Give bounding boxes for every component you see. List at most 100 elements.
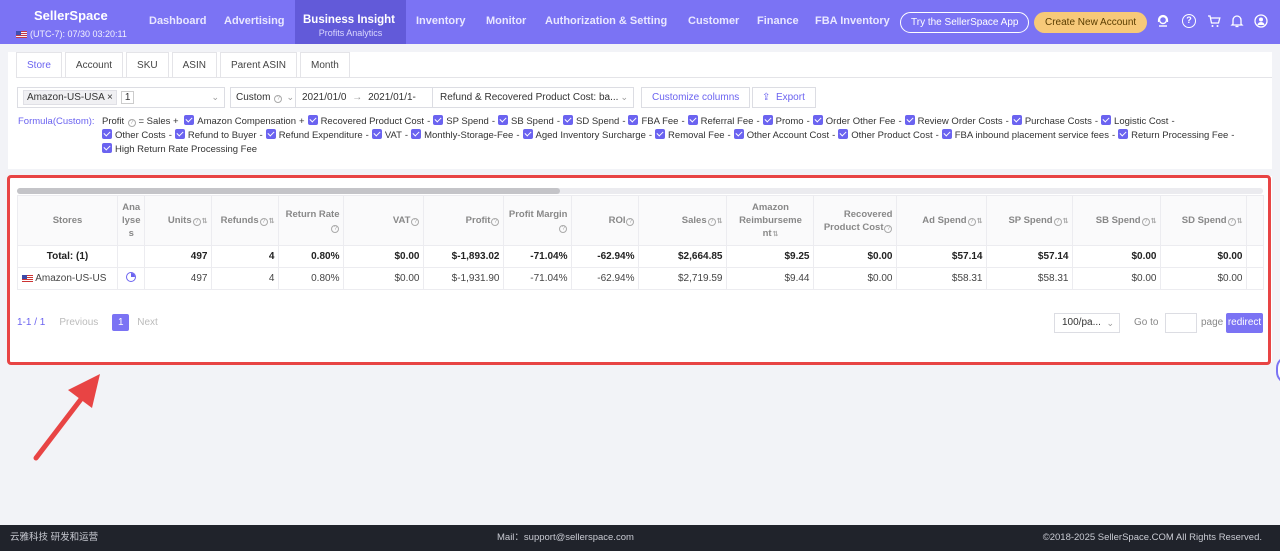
tab-month[interactable]: Month — [299, 52, 350, 78]
checkbox-checked-icon[interactable] — [563, 115, 573, 125]
col-return-rate-label: Return Rate — [285, 208, 340, 220]
customize-columns-button[interactable]: Customize columns — [641, 87, 751, 108]
checkbox-checked-icon[interactable] — [1011, 115, 1022, 125]
col-ad-spend[interactable]: Ad Spend? ⇅ — [896, 195, 988, 246]
checkbox-checked-icon[interactable] — [941, 129, 952, 139]
info-icon: ? — [259, 217, 268, 226]
create-account-button[interactable]: Create New Account — [1034, 12, 1148, 33]
nav-authorization-setting[interactable]: Authorization & Setting — [545, 0, 667, 44]
sort-icon[interactable]: ⇅ — [717, 218, 723, 225]
checkbox-checked-icon[interactable] — [628, 115, 639, 125]
support-icon[interactable] — [1156, 14, 1170, 28]
tab-store[interactable]: Store — [16, 52, 62, 78]
col-sd-spend[interactable]: SD Spend? ⇅ — [1160, 195, 1248, 246]
formula-term-operator: - — [516, 130, 520, 141]
checkbox-checked-icon[interactable] — [655, 129, 666, 139]
info-icon: ? — [192, 217, 201, 226]
previous-button[interactable]: Previous — [59, 317, 98, 328]
sort-icon[interactable]: ⇅ — [1237, 218, 1243, 225]
checkbox-checked-icon[interactable] — [498, 115, 509, 125]
nav-advertising[interactable]: Advertising — [224, 0, 285, 44]
col-vat-label: VAT — [392, 215, 411, 226]
formula-term-name: Monthly-Storage-Fee — [424, 130, 514, 141]
checkbox-checked-icon[interactable] — [1101, 115, 1112, 125]
checkbox-checked-icon[interactable] — [184, 115, 195, 125]
goto-page-input[interactable] — [1165, 313, 1197, 333]
row-reimb: $9.44 — [726, 267, 815, 290]
help-icon[interactable]: ? — [1182, 14, 1196, 28]
formula-term-name: Promo — [775, 116, 804, 127]
scrollbar-thumb[interactable] — [17, 188, 560, 194]
checkbox-checked-icon[interactable] — [733, 129, 744, 139]
store-select[interactable]: Amazon-US-USA × 1 ⌄ — [17, 87, 225, 108]
export-button[interactable]: ⇪ Export — [752, 87, 816, 108]
formula-term: Purchase Costs - — [1011, 115, 1098, 129]
period-select[interactable]: Custom ? ⌄ — [230, 87, 300, 108]
pie-chart-icon[interactable] — [126, 272, 137, 282]
sort-icon[interactable]: ⇅ — [1063, 218, 1069, 225]
sort-icon[interactable]: ⇅ — [1151, 218, 1157, 225]
user-avatar-icon[interactable] — [1254, 14, 1268, 28]
current-page-button[interactable]: 1 — [112, 314, 130, 331]
checkbox-checked-icon[interactable] — [838, 129, 849, 139]
col-sales-label: Sales — [681, 214, 707, 226]
col-sb-spend[interactable]: SB Spend? ⇅ — [1072, 195, 1162, 246]
checkbox-checked-icon[interactable] — [762, 115, 773, 125]
col-amazon-reimbursement[interactable]: Amazon Reimburseme nt⇅ — [726, 195, 815, 246]
col-units[interactable]: Units? ⇅ — [144, 195, 213, 246]
col-sales[interactable]: Sales? ⇅ — [638, 195, 728, 246]
col-refunds[interactable]: Refunds? ⇅ — [211, 195, 280, 246]
sort-icon[interactable]: ⇅ — [202, 218, 208, 225]
filter-panel: Store Account SKU ASIN Parent ASIN Month… — [8, 52, 1272, 169]
checkbox-checked-icon[interactable] — [265, 129, 276, 139]
tab-sku[interactable]: SKU — [126, 52, 169, 78]
nav-business-insight[interactable]: Business Insight Profits Analytics — [295, 0, 406, 44]
per-page-select[interactable]: 100/pa... ⌄ — [1054, 313, 1120, 333]
sort-icon[interactable]: ⇅ — [773, 231, 779, 238]
chip-close-icon[interactable]: × — [107, 92, 113, 103]
nav-dashboard[interactable]: Dashboard — [149, 0, 206, 44]
checkbox-checked-icon[interactable] — [1118, 129, 1129, 139]
profit-formula: Formula(Custom): Profit ? = Sales + Amaz… — [18, 115, 1238, 157]
total-profit: $-1,893.02 — [423, 245, 505, 268]
horizontal-scrollbar[interactable] — [17, 188, 1263, 194]
checkbox-checked-icon[interactable] — [371, 129, 382, 139]
col-sp-spend[interactable]: SP Spend? ⇅ — [986, 195, 1074, 246]
date-range-picker[interactable]: 2021/01/0 → 2021/01/1- — [295, 87, 433, 108]
checkbox-checked-icon[interactable] — [307, 115, 318, 125]
tab-parent-asin[interactable]: Parent ASIN — [219, 52, 297, 78]
nav-inventory[interactable]: Inventory — [416, 0, 466, 44]
nav-finance[interactable]: Finance — [757, 0, 799, 44]
checkbox-checked-icon[interactable] — [102, 129, 112, 139]
formula-term-name: High Return Rate Processing Fee — [115, 144, 258, 155]
bell-icon[interactable] — [1230, 14, 1244, 28]
total-recovered: $0.00 — [813, 245, 898, 268]
checkbox-checked-icon[interactable] — [812, 115, 823, 125]
nav-monitor[interactable]: Monitor — [486, 0, 526, 44]
sort-icon[interactable]: ⇅ — [977, 218, 983, 225]
nav-fba-inventory[interactable]: FBA Inventory — [815, 0, 890, 44]
redirect-button[interactable]: redirect — [1226, 313, 1263, 333]
side-float-tab[interactable] — [1276, 356, 1280, 384]
footer-mail[interactable]: Mail：support@sellerspace.com — [497, 525, 634, 551]
sort-icon[interactable]: ⇅ — [269, 218, 275, 225]
try-app-button[interactable]: Try the SellerSpace App — [900, 12, 1030, 33]
checkbox-checked-icon[interactable] — [174, 129, 185, 139]
info-icon: ? — [1141, 217, 1150, 226]
next-button[interactable]: Next — [137, 317, 158, 328]
row-analyses[interactable] — [116, 267, 146, 290]
checkbox-checked-icon[interactable] — [411, 129, 422, 139]
tab-account[interactable]: Account — [64, 52, 124, 78]
cart-icon[interactable] — [1207, 14, 1221, 28]
tab-asin[interactable]: ASIN — [171, 52, 217, 78]
checkbox-checked-icon[interactable] — [522, 129, 533, 139]
checkbox-checked-icon[interactable] — [102, 143, 112, 153]
checkbox-checked-icon[interactable] — [433, 115, 444, 125]
checkbox-checked-icon[interactable] — [904, 115, 915, 125]
goto-label: Go to — [1134, 317, 1159, 328]
brand-logo[interactable]: SellerSpace — [34, 8, 108, 23]
us-flag-icon — [22, 274, 33, 282]
cost-mode-select[interactable]: Refund & Recovered Product Cost: ba... ⌄ — [432, 87, 634, 108]
checkbox-checked-icon[interactable] — [687, 115, 698, 125]
nav-customer[interactable]: Customer — [688, 0, 739, 44]
